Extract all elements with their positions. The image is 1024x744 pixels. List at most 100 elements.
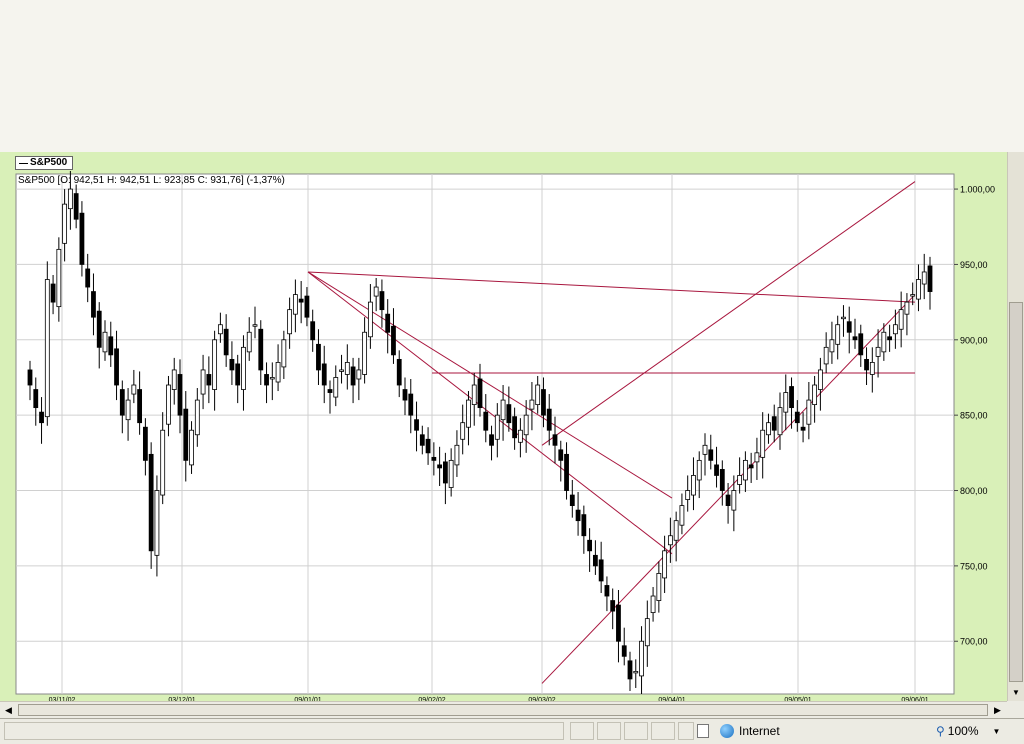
candle-body: [396, 358, 402, 386]
candle-body: [442, 461, 448, 484]
candle-body: [760, 429, 766, 458]
candle-body: [800, 426, 806, 431]
candle-body: [235, 363, 241, 386]
candle-body: [535, 384, 541, 406]
y-tick-label: 700,00: [960, 637, 988, 647]
candle-body: [829, 339, 835, 353]
candle-body: [685, 490, 691, 500]
candle-body: [79, 212, 85, 265]
candle-body: [673, 520, 679, 541]
candle-body: [379, 291, 385, 311]
arrow-left-icon[interactable]: ◀: [1, 703, 16, 717]
candle-body: [171, 369, 177, 390]
candle-body: [189, 429, 194, 466]
candle-body: [887, 336, 893, 341]
candle-body: [344, 362, 350, 375]
candle-body: [881, 331, 887, 353]
candle-body: [96, 310, 102, 348]
candle-body: [667, 535, 673, 546]
legend-swatch: [19, 163, 28, 164]
chevron-down-icon[interactable]: ▼: [993, 727, 1001, 736]
candle-body: [102, 331, 108, 353]
candle-body: [246, 331, 252, 353]
candle-body: [679, 505, 685, 526]
candle-body: [719, 469, 725, 491]
candle-body: [391, 325, 396, 356]
candle-body: [477, 378, 483, 409]
candle-body: [114, 348, 119, 386]
candle-body: [154, 490, 160, 556]
candle-body: [512, 416, 518, 439]
candle-body: [183, 408, 189, 461]
candlestick-chart[interactable]: 700,00 750,00 800,00 850,00 900,00 950,00 1.00…: [0, 152, 1007, 701]
candle-body: [754, 452, 760, 463]
top-blank-area: [0, 0, 1024, 152]
candle-body: [696, 459, 702, 481]
candle-body: [546, 408, 552, 431]
y-tick-label: 900,00: [960, 335, 988, 345]
plot-area: [15, 173, 955, 695]
candle-body: [67, 188, 73, 210]
horizontal-scroll-thumb[interactable]: [18, 704, 988, 716]
candle-body: [91, 291, 96, 318]
candle-body: [131, 384, 137, 395]
candle-body: [846, 321, 852, 333]
candle-body: [402, 389, 408, 401]
candle-body: [471, 384, 477, 406]
candle-body: [806, 399, 812, 425]
candle-body: [362, 331, 368, 375]
candle-body: [367, 301, 373, 338]
horizontal-scrollbar[interactable]: ◀ ▶: [0, 701, 1007, 718]
candle-body: [691, 475, 696, 496]
candle-body: [598, 559, 604, 582]
candle-body: [200, 369, 206, 395]
candle-body: [160, 429, 166, 496]
candle-body: [742, 459, 748, 481]
candle-body: [552, 434, 558, 446]
candle-body: [44, 279, 50, 418]
candle-body: [275, 362, 281, 383]
candle-body: [287, 309, 293, 335]
vertical-scroll-thumb[interactable]: [1009, 302, 1023, 682]
candle-body: [621, 645, 627, 657]
arrow-down-icon[interactable]: ▼: [1009, 685, 1023, 700]
security-zone[interactable]: Internet: [720, 722, 780, 740]
candle-body: [62, 203, 68, 244]
candle-body: [610, 600, 616, 612]
candle-body: [875, 346, 881, 357]
vertical-scrollbar[interactable]: ▼: [1007, 152, 1024, 701]
arrow-right-icon[interactable]: ▶: [990, 703, 1005, 717]
status-panel-main: [4, 722, 564, 740]
candle-body: [316, 343, 321, 371]
candle-body: [858, 333, 864, 356]
candle-body: [258, 328, 264, 371]
candle-body: [662, 550, 668, 579]
candle-body: [333, 377, 339, 398]
candle-body: [835, 324, 841, 345]
candle-body: [437, 464, 443, 469]
ohlc-readout: S&P500 [O: 942,51 H: 942,51 L: 923,85 C:…: [18, 175, 285, 186]
candle-body: [916, 279, 921, 300]
candle-body: [656, 573, 662, 601]
zoom-control[interactable]: ⚲ 100% ▼: [936, 722, 1000, 740]
candle-body: [373, 286, 379, 297]
candle-body: [748, 464, 754, 469]
legend[interactable]: S&P500: [15, 156, 73, 170]
candle-body: [85, 268, 91, 288]
candle-body: [356, 369, 362, 380]
candle-body: [777, 407, 783, 436]
candle-body: [737, 475, 743, 485]
candle-body: [921, 271, 927, 285]
candle-body: [212, 339, 218, 390]
candle-body: [431, 456, 437, 461]
candle-body: [206, 374, 212, 386]
status-panel: [597, 722, 621, 740]
candle-body: [714, 464, 719, 476]
candle-body: [708, 449, 714, 461]
candle-body: [517, 429, 523, 443]
candle-body: [281, 339, 287, 368]
candle-body: [327, 389, 333, 393]
candle-body: [119, 389, 125, 416]
candle-body: [869, 362, 875, 375]
candle-body: [766, 422, 771, 436]
